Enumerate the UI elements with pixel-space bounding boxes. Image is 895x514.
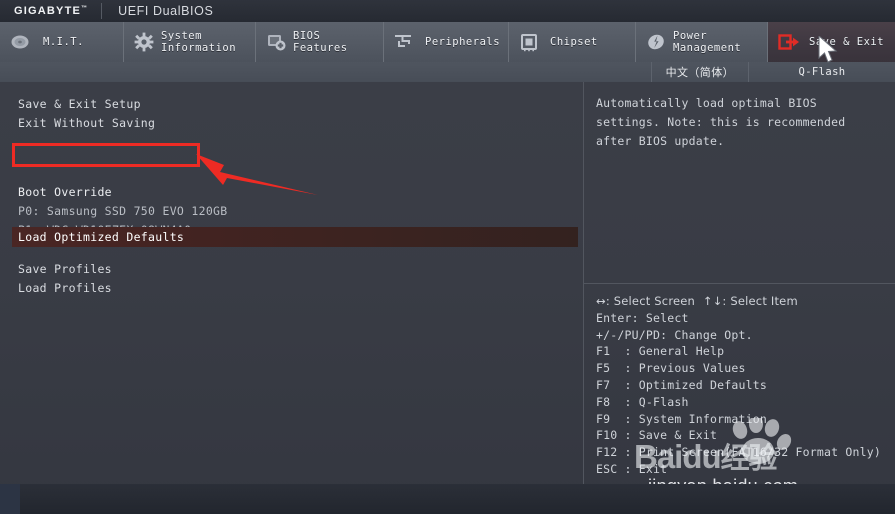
brand-divider — [101, 3, 103, 19]
help-line: Automatically load optimal BIOS — [596, 96, 817, 110]
peripherals-icon — [394, 32, 414, 52]
uefi-subtitle: UEFI DualBIOS — [118, 4, 214, 18]
help-panel: Automatically load optimal BIOS settings… — [584, 82, 895, 484]
tab-label: M.I.T. — [43, 35, 84, 48]
main-tab-bar: M.I.T. System Information BIOS Features … — [0, 22, 895, 62]
bios-chip-icon — [266, 32, 286, 52]
shortcut-line: F5 : Previous Values — [596, 361, 746, 376]
menu-item-exit-without-saving[interactable]: Exit Without Saving — [18, 114, 578, 133]
tab-system-information[interactable]: System Information — [124, 22, 256, 62]
gigabyte-logo-text: GIGABYTE — [14, 5, 82, 17]
shortcut-line: F10 : Save & Exit — [596, 428, 718, 443]
tab-label: System Information — [161, 29, 237, 55]
help-line: after BIOS update. — [596, 134, 725, 148]
gear-icon — [134, 32, 154, 52]
shortcut-line: ESC : Exit — [596, 461, 668, 476]
tab-label: Chipset — [550, 35, 598, 48]
help-divider — [584, 283, 895, 284]
tab-label: BIOS Features — [293, 29, 348, 55]
trademark-symbol: ™ — [81, 5, 88, 12]
shortcut-line: Enter: Select — [596, 310, 689, 325]
tab-label: Peripherals — [425, 35, 501, 48]
tab-power-management[interactable]: Power Management — [636, 22, 768, 62]
tab-mit[interactable]: M.I.T. — [0, 22, 124, 62]
shortcut-line: ↔: Select Screen ↑↓: Select Item — [596, 294, 798, 308]
shortcut-line: F8 : Q-Flash — [596, 394, 689, 409]
tab-chipset[interactable]: Chipset — [509, 22, 636, 62]
power-leaf-icon — [646, 32, 666, 52]
bottom-bar — [0, 484, 895, 514]
tab-label: Save & Exit — [809, 35, 885, 48]
keyboard-shortcuts-list: ↔: Select Screen ↑↓: Select Item Enter: … — [596, 293, 892, 478]
shortcut-line: F1 : General Help — [596, 344, 725, 359]
secondary-bar: 中文（简体） Q-Flash — [0, 62, 895, 82]
shortcut-line: +/-/PU/PD: Change Opt. — [596, 327, 753, 342]
exit-door-icon — [778, 32, 799, 52]
shortcut-line: F12 : Print Screen(FAT16/32 Format Only) — [596, 445, 881, 460]
tab-label: Power Management — [673, 29, 742, 55]
tab-bios-features[interactable]: BIOS Features — [256, 22, 384, 62]
gigabyte-logo: GIGABYTE™ — [14, 5, 87, 17]
mouse-cursor-icon — [818, 34, 840, 66]
bios-screen: GIGABYTE™ UEFI DualBIOS M.I.T. System In… — [0, 0, 895, 514]
menu-item-load-profiles[interactable]: Load Profiles — [18, 279, 578, 298]
bottom-left-edge — [0, 484, 20, 514]
brand-bar: GIGABYTE™ UEFI DualBIOS — [0, 0, 895, 22]
annotation-highlight-box — [12, 143, 200, 167]
language-button[interactable]: 中文（简体） — [650, 62, 748, 82]
menu-item-boot-p0[interactable]: P0: Samsung SSD 750 EVO 120GB — [18, 202, 578, 221]
selected-menu-row[interactable]: Load Optimized Defaults — [12, 225, 578, 249]
tab-peripherals[interactable]: Peripherals — [384, 22, 509, 62]
annotation-arrow-icon — [190, 145, 330, 197]
menu-item-save-exit-setup[interactable]: Save & Exit Setup — [18, 95, 578, 114]
shortcut-line: F7 : Optimized Defaults — [596, 377, 767, 392]
chipset-icon — [519, 32, 539, 52]
help-description: Automatically load optimal BIOS settings… — [596, 94, 888, 151]
menu-item-load-optimized-defaults[interactable]: Load Optimized Defaults — [18, 229, 184, 245]
cpu-disc-icon — [10, 32, 30, 52]
help-line: settings. Note: this is recommended — [596, 115, 846, 129]
shortcut-line: F9 : System Information — [596, 411, 767, 426]
menu-item-save-profiles[interactable]: Save Profiles — [18, 260, 578, 279]
